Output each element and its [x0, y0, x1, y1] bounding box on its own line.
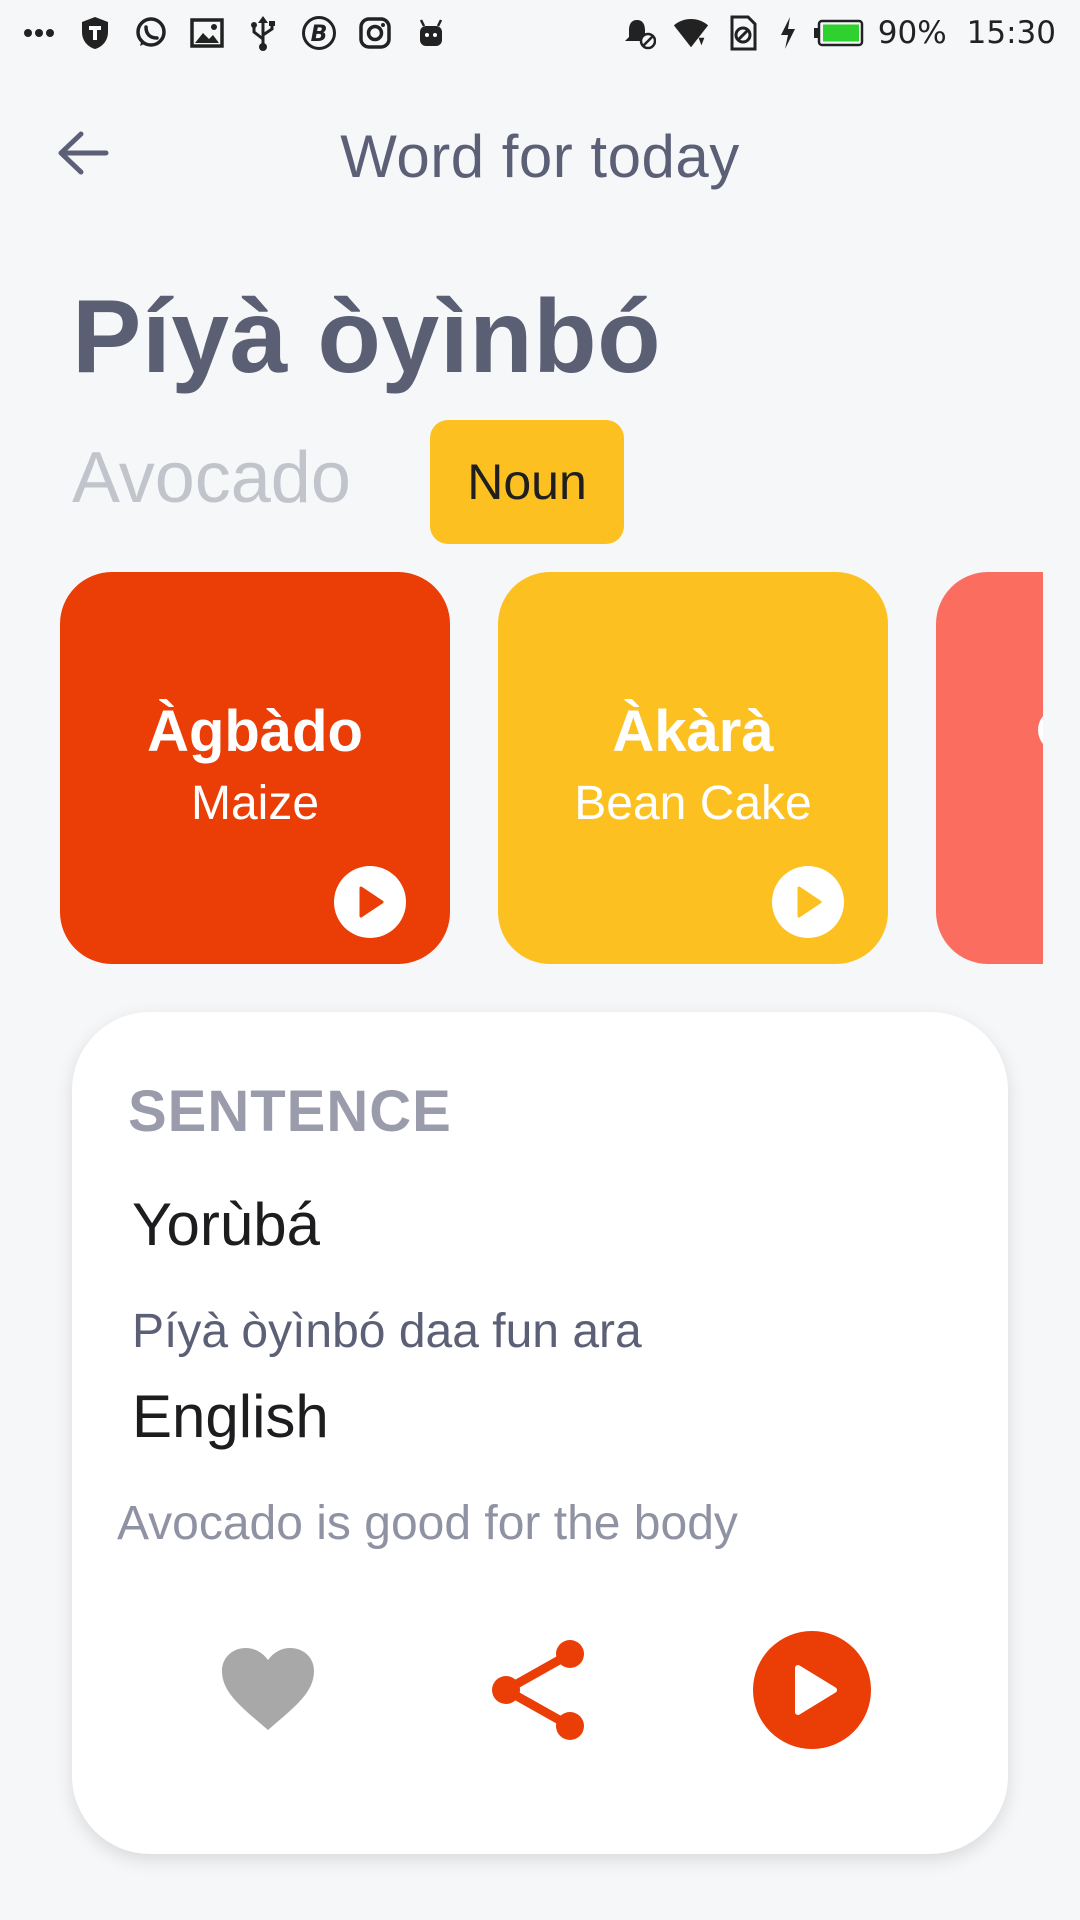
instagram-icon [356, 14, 394, 52]
battery-percent: 90% [877, 15, 947, 51]
card-english: Bean Cake [574, 777, 812, 830]
b-app-icon: B [300, 14, 338, 52]
card-yoruba: Àgbàdo [147, 699, 363, 764]
action-bar [72, 1630, 1008, 1750]
yoruba-label: Yorùbá [132, 1191, 320, 1258]
sentence-section-label: SENTENCE [128, 1079, 452, 1144]
status-bar: B 90% 15:30 [0, 0, 1080, 74]
play-icon [797, 886, 822, 918]
english-sentence: Avocado is good for the body [117, 1497, 738, 1550]
share-button[interactable] [480, 1630, 600, 1750]
card-letter-fragment [1038, 708, 1043, 752]
card-english: Maize [190, 777, 320, 830]
word-english: Avocado [72, 438, 351, 518]
clock-time: 15:30 [966, 15, 1056, 51]
page-title: Word for today [340, 123, 740, 190]
related-words-carousel[interactable]: Àgbàdo Maize Àkàrà Bean Cake [0, 572, 1043, 964]
heart-icon [222, 1648, 314, 1730]
favorite-button[interactable] [208, 1630, 328, 1750]
play-sentence-button[interactable] [752, 1630, 872, 1750]
status-icons-left: B [20, 14, 450, 52]
play-icon [359, 886, 384, 918]
word-card-partial[interactable] [936, 572, 1043, 964]
more-notifications-icon [20, 14, 58, 52]
card-yoruba: Àkàrà [612, 699, 774, 764]
whatsapp-icon [132, 14, 170, 52]
status-icons-right: 90% 15:30 [620, 14, 1056, 52]
english-label: English [132, 1383, 329, 1450]
sentence-card: SENTENCE Yorùbá Píyà òyìnbó daa fun ara … [72, 1012, 1008, 1854]
battery-icon [813, 14, 864, 52]
share-icon [492, 1640, 584, 1740]
yoruba-sentence: Píyà òyìnbó daa fun ara [132, 1305, 642, 1358]
usb-icon [244, 14, 282, 52]
play-circle-icon [753, 1631, 871, 1749]
word-card-akara[interactable]: Àkàrà Bean Cake [498, 572, 888, 964]
part-of-speech-badge: Noun [430, 420, 624, 544]
card-play-button[interactable] [772, 866, 844, 938]
android-icon [412, 14, 450, 52]
no-sim-icon [724, 14, 762, 52]
charging-icon [776, 14, 800, 52]
gallery-icon [188, 14, 226, 52]
svg-text:B: B [311, 22, 328, 47]
word-yoruba: Píyà òyìnbó [72, 279, 662, 395]
word-card-agbado[interactable]: Àgbàdo Maize [60, 572, 450, 964]
card-play-button[interactable] [334, 866, 406, 938]
alarm-off-icon [620, 14, 658, 52]
shield-icon [76, 14, 114, 52]
wifi-icon [672, 14, 710, 52]
